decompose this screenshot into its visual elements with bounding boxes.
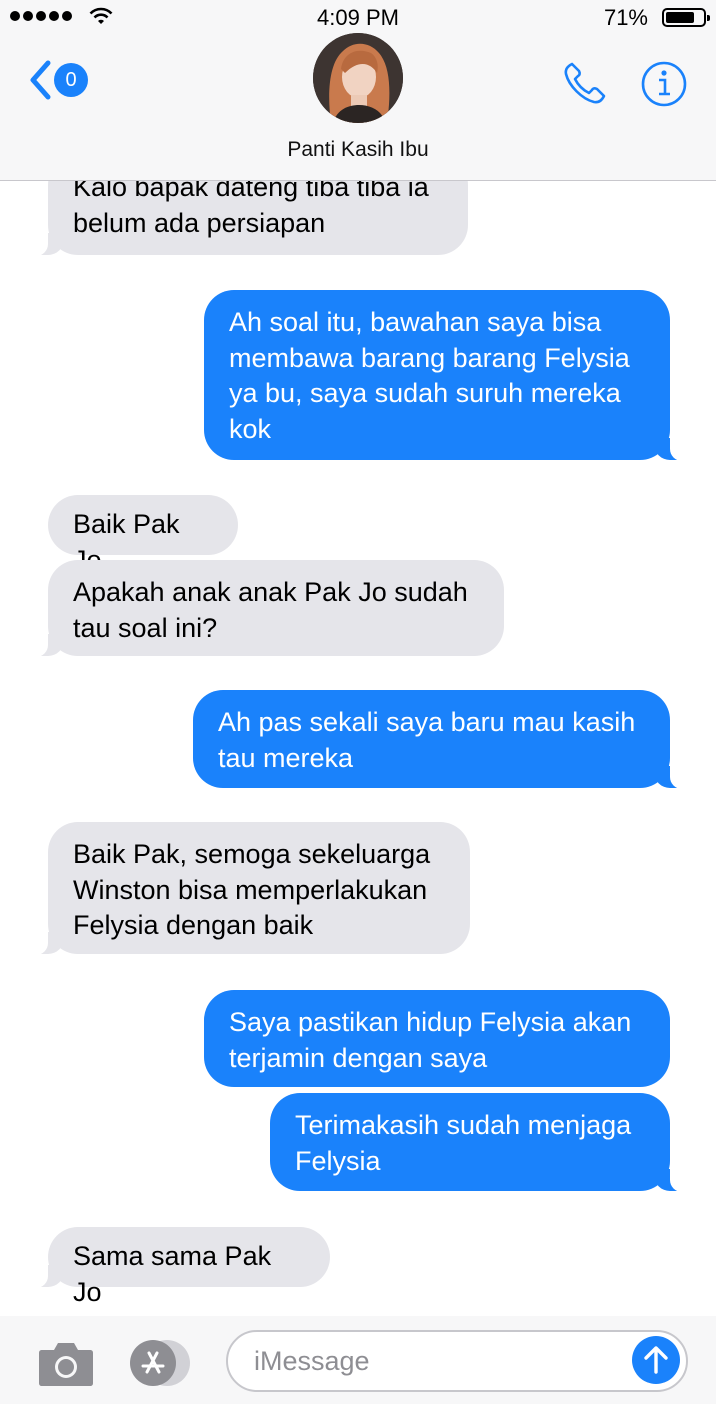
message-bubble-outgoing: Ah pas sekali saya baru mau kasih tau me…	[193, 690, 684, 789]
app-store-icon	[141, 1351, 165, 1374]
message-bubble-incoming: Sama sama Pak Jo	[34, 1227, 330, 1307]
imessage-input[interactable]	[226, 1330, 688, 1392]
call-button[interactable]	[562, 60, 608, 111]
contact-avatar[interactable]	[313, 33, 403, 123]
message-bubble-incoming: Baik Pak Jo	[48, 495, 238, 575]
message-thread: Kalo bapak dateng tiba tiba ia belum ada…	[0, 0, 716, 1404]
message-bubble-incoming: Baik Pak, semoga sekeluarga Winston bisa…	[34, 822, 470, 955]
camera-button[interactable]	[38, 1340, 94, 1391]
app-store-button[interactable]	[130, 1340, 192, 1386]
battery-percentage: 71%	[603, 5, 648, 30]
message-bubble-outgoing: Ah soal itu, bawahan saya bisa membawa b…	[204, 290, 684, 461]
battery-icon	[662, 8, 710, 27]
avatar-image	[313, 33, 403, 123]
message-text: Sama sama Pak Jo	[73, 1241, 272, 1307]
send-arrow-icon	[644, 1346, 668, 1374]
contact-name[interactable]: Panti Kasih Ibu	[0, 138, 716, 162]
message-bubble-outgoing: Terimakasih sudah menjaga Felysia	[270, 1093, 684, 1192]
message-text: Baik Pak, semoga sekeluarga Winston bisa…	[73, 839, 431, 940]
message-text: Saya pastikan hidup Felysia akan terjami…	[229, 1007, 632, 1073]
unread-count-badge: 0	[54, 63, 88, 97]
phone-icon	[564, 62, 606, 104]
message-composer	[0, 1316, 716, 1404]
message-text: Terimakasih sudah menjaga Felysia	[295, 1110, 632, 1176]
message-text: Apakah anak anak Pak Jo sudah tau soal i…	[73, 577, 468, 643]
info-icon	[641, 61, 687, 107]
info-button[interactable]	[640, 60, 688, 113]
camera-icon	[39, 1343, 93, 1386]
status-bar: 4:09 PM 71%	[0, 0, 716, 34]
back-chevron-icon	[30, 60, 51, 100]
message-text: Ah soal itu, bawahan saya bisa membawa b…	[229, 307, 630, 444]
send-button[interactable]	[632, 1336, 680, 1384]
message-bubble-outgoing: Saya pastikan hidup Felysia akan terjami…	[204, 990, 670, 1087]
message-text: Ah pas sekali saya baru mau kasih tau me…	[218, 707, 636, 773]
message-bubble-incoming: Apakah anak anak Pak Jo sudah tau soal i…	[34, 560, 504, 657]
back-button[interactable]: 0	[28, 60, 88, 100]
